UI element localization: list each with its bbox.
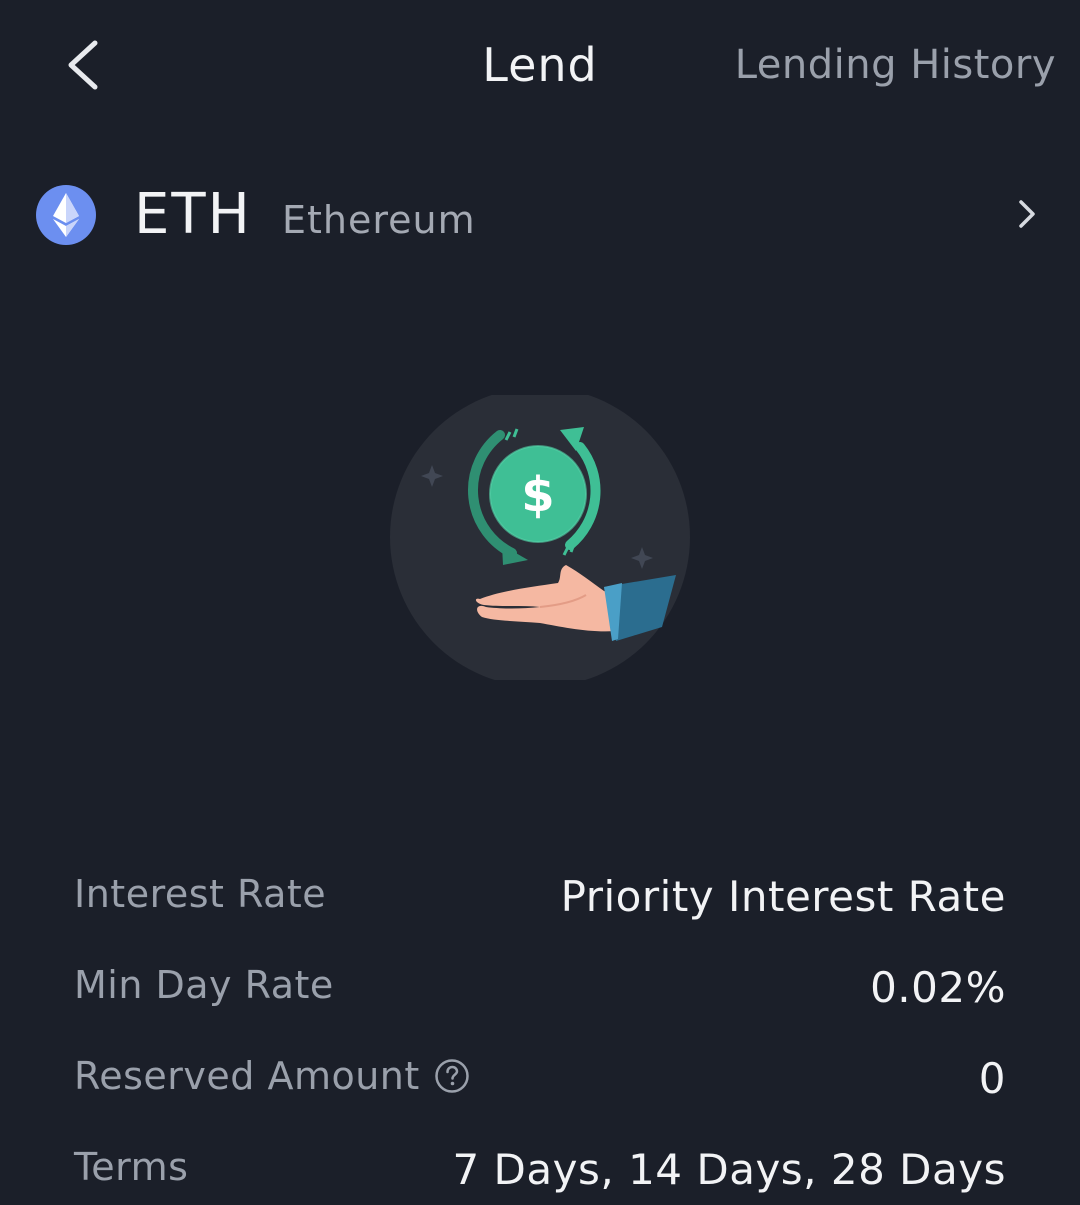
coin-symbol: ETH bbox=[134, 182, 252, 247]
reserved-amount-value: 0 bbox=[978, 1054, 1006, 1103]
dollar-glyph: $ bbox=[521, 467, 554, 523]
reserved-amount-row: Reserved Amount 0 bbox=[74, 1054, 1006, 1114]
min-day-rate-label: Min Day Rate bbox=[74, 963, 334, 1007]
terms-value: 7 Days, 14 Days, 28 Days bbox=[452, 1145, 1006, 1194]
terms-row: Terms 7 Days, 14 Days, 28 Days bbox=[74, 1145, 1006, 1205]
ethereum-icon bbox=[36, 185, 96, 245]
coin-selector[interactable]: ETH Ethereum bbox=[0, 160, 1080, 270]
top-bar: Lend Lending History bbox=[0, 0, 1080, 130]
terms-label: Terms bbox=[74, 1145, 189, 1189]
min-day-rate-row: Min Day Rate 0.02% bbox=[74, 963, 1006, 1023]
question-circle-icon[interactable] bbox=[434, 1058, 470, 1094]
lend-hand-dollar-icon: $ bbox=[390, 395, 690, 680]
interest-rate-value: Priority Interest Rate bbox=[560, 872, 1006, 921]
reserved-amount-label-wrap: Reserved Amount bbox=[74, 1054, 470, 1098]
interest-rate-label: Interest Rate bbox=[74, 872, 327, 916]
lending-history-link[interactable]: Lending History bbox=[735, 42, 1056, 88]
interest-rate-row: Interest Rate Priority Interest Rate bbox=[74, 872, 1006, 932]
coin-name: Ethereum bbox=[282, 198, 476, 242]
reserved-amount-label: Reserved Amount bbox=[74, 1054, 420, 1098]
min-day-rate-value: 0.02% bbox=[870, 963, 1006, 1012]
chevron-right-icon bbox=[1019, 200, 1035, 228]
